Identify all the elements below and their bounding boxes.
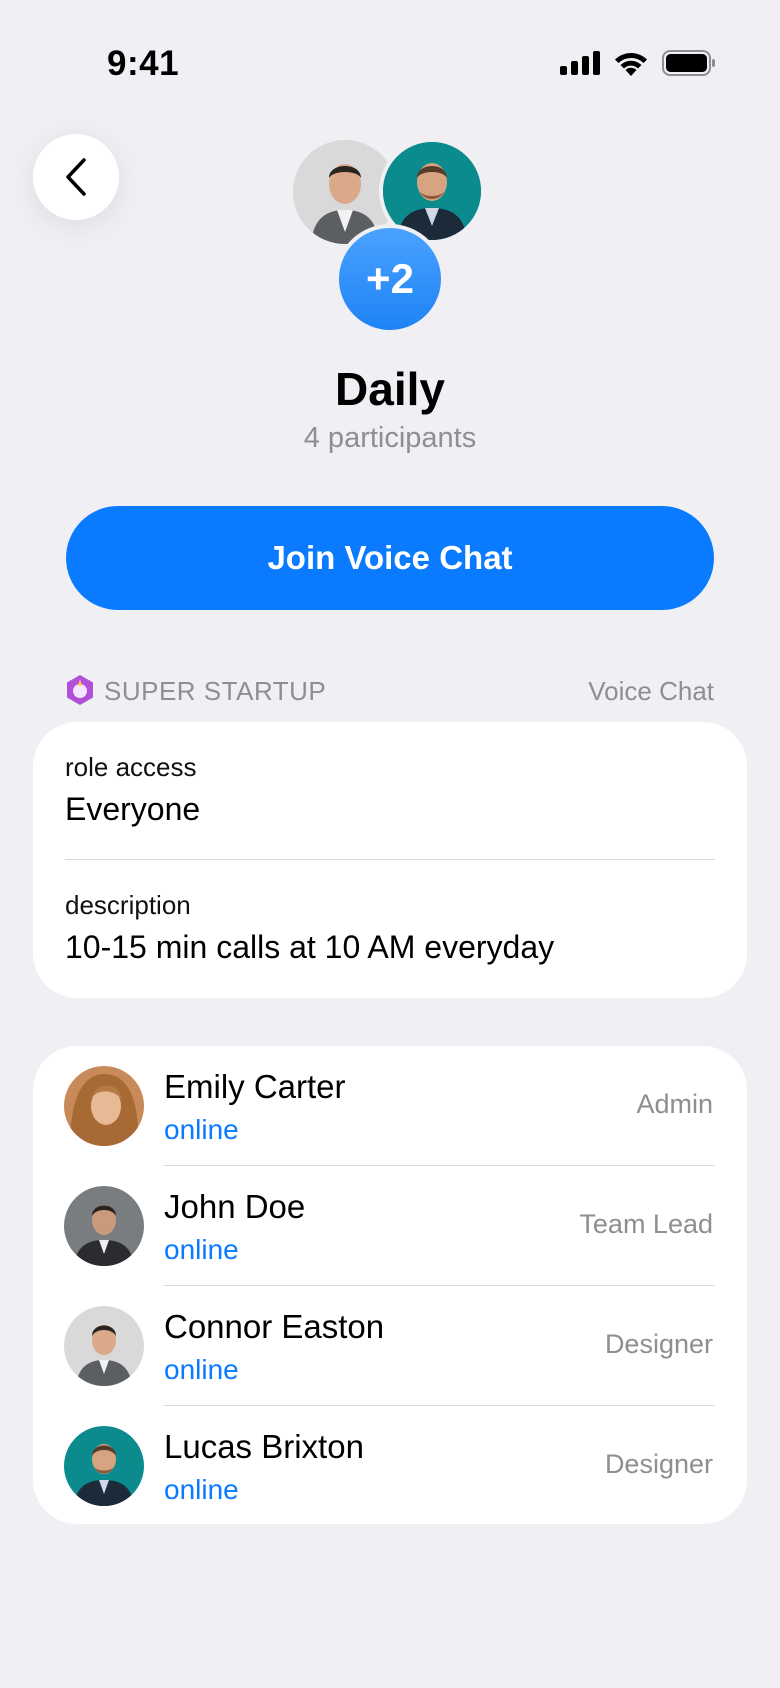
status-icons — [560, 50, 716, 76]
participant-row[interactable]: Lucas Brixton online Designer — [33, 1406, 747, 1526]
chat-type-label: Voice Chat — [588, 676, 714, 706]
participant-role: Admin — [636, 1089, 713, 1119]
participant-role: Designer — [604, 1329, 713, 1359]
participant-name: Emily Carter — [164, 1068, 346, 1105]
join-voice-chat-button[interactable]: Join Voice Chat — [66, 506, 714, 610]
avatar — [64, 1066, 144, 1146]
status-time: 9:41 — [107, 44, 180, 83]
role-access-row[interactable]: role access Everyone — [65, 752, 715, 828]
description-label: description — [65, 890, 191, 920]
cellular-signal-icon — [560, 51, 600, 75]
back-button[interactable] — [33, 134, 119, 220]
section-header: SUPER STARTUP Voice Chat — [64, 672, 714, 708]
participant-status: online — [164, 1114, 239, 1145]
participant-row[interactable]: John Doe online Team Lead — [33, 1166, 747, 1286]
unicorn-logo-icon — [67, 675, 93, 705]
participant-role: Designer — [604, 1449, 713, 1479]
battery-icon — [662, 50, 715, 76]
participant-row[interactable]: Emily Carter online Admin — [33, 1046, 747, 1166]
participant-name: Connor Easton — [164, 1308, 385, 1345]
participant-name: Lucas Brixton — [164, 1428, 364, 1465]
participant-status: online — [164, 1234, 239, 1265]
role-access-value: Everyone — [65, 791, 201, 827]
status-bar: 9:41 — [0, 0, 780, 130]
chat-info-card: role access Everyone description 10-15 m… — [33, 722, 747, 998]
avatar — [64, 1186, 144, 1266]
divider — [65, 859, 715, 860]
chat-title: Daily — [335, 363, 445, 415]
organization-name: SUPER STARTUP — [104, 676, 327, 706]
chevron-left-icon — [66, 158, 86, 196]
avatar — [64, 1306, 144, 1386]
participant-name: John Doe — [164, 1188, 306, 1225]
role-access-label: role access — [65, 752, 197, 782]
participant-status: online — [164, 1354, 239, 1385]
participants-list: Emily Carter online Admin John Doe onlin… — [33, 1046, 747, 1524]
description-value: 10-15 min calls at 10 AM everyday — [65, 929, 555, 965]
extra-participants-badge: +2 — [335, 224, 445, 334]
wifi-icon — [615, 52, 647, 76]
participant-status: online — [164, 1474, 239, 1505]
participant-row[interactable]: Connor Easton online Designer — [33, 1286, 747, 1406]
participant-role: Team Lead — [579, 1209, 713, 1239]
participants-count: 4 participants — [303, 422, 477, 454]
group-avatar-stack: +2 — [293, 138, 493, 334]
avatar — [64, 1426, 144, 1506]
description-row[interactable]: description 10-15 min calls at 10 AM eve… — [65, 890, 715, 966]
